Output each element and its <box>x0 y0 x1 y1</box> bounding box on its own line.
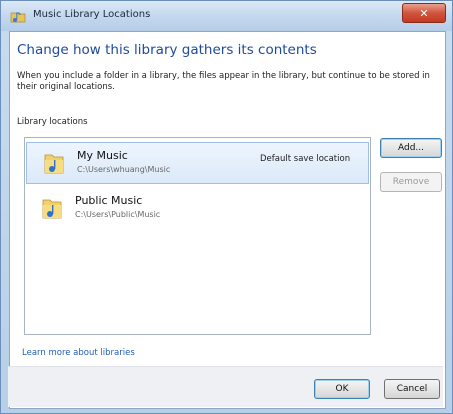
ok-button[interactable]: OK <box>314 379 370 399</box>
music-folder-icon <box>44 154 64 174</box>
library-locations-label: Library locations <box>17 117 88 127</box>
location-name: Public Music <box>75 194 143 207</box>
title-bar[interactable]: Music Library Locations ✕ <box>1 1 452 31</box>
default-save-location-label: Default save location <box>260 154 351 164</box>
remove-button[interactable]: Remove <box>380 172 442 192</box>
location-path: C:\Users\whuang\Music <box>77 165 171 174</box>
dialog-footer <box>8 366 443 407</box>
close-icon: ✕ <box>419 6 429 20</box>
window-title: Music Library Locations <box>33 9 151 20</box>
music-folder-icon <box>42 199 62 219</box>
list-item-my-music[interactable]: My Music C:\Users\whuang\Music Default s… <box>26 142 369 184</box>
list-item-public-music[interactable]: Public Music C:\Users\Public\Music <box>25 188 370 230</box>
cancel-button[interactable]: Cancel <box>384 379 440 399</box>
page-heading: Change how this library gathers its cont… <box>17 42 317 58</box>
music-library-icon <box>10 12 26 23</box>
location-name: My Music <box>77 149 128 162</box>
learn-more-link[interactable]: Learn more about libraries <box>22 348 135 358</box>
locations-list[interactable]: My Music C:\Users\whuang\Music Default s… <box>24 137 371 335</box>
description-text: When you include a folder in a library, … <box>17 71 430 92</box>
close-button[interactable]: ✕ <box>402 3 446 23</box>
location-path: C:\Users\Public\Music <box>75 210 161 219</box>
add-button[interactable]: Add... <box>380 138 442 158</box>
